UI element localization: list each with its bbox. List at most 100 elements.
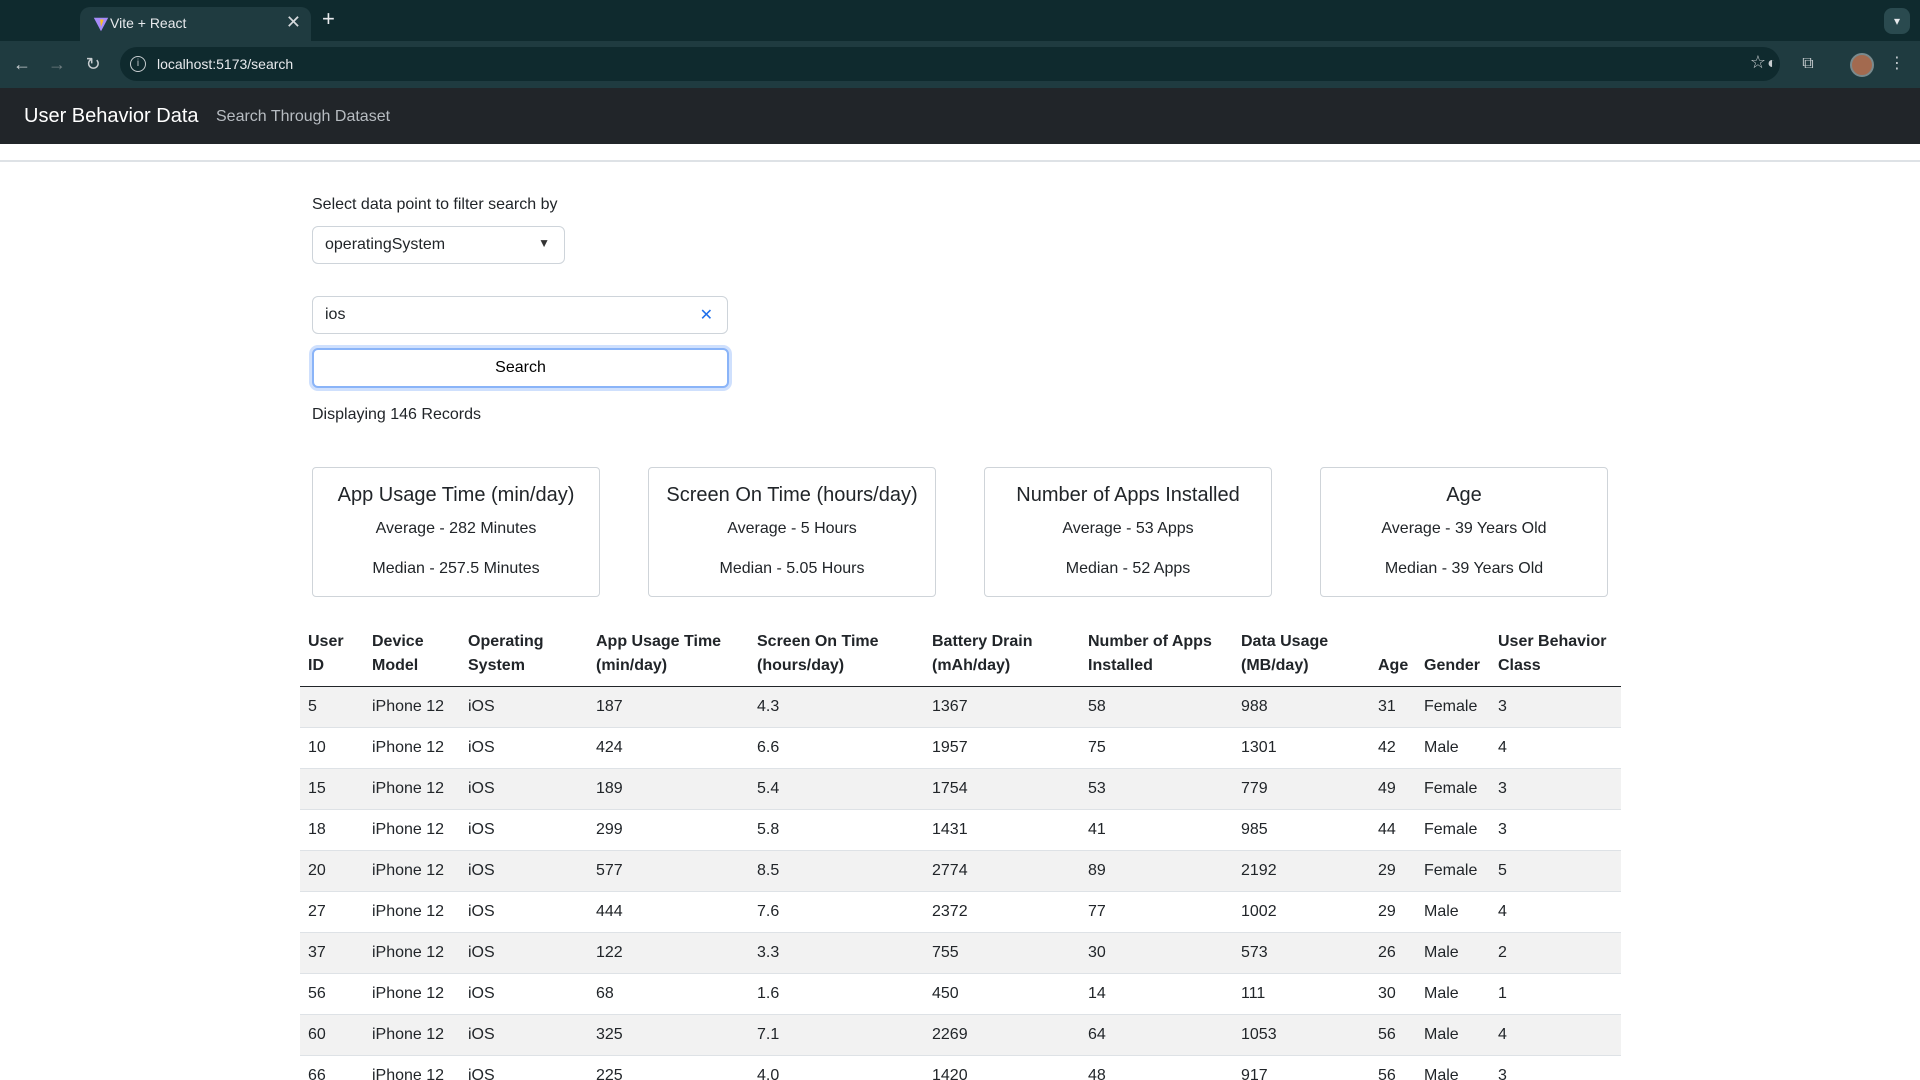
extensions-puzzle-icon[interactable]: ⧉ [1797,53,1819,75]
table-cell: Male [1416,891,1490,933]
tab-title: Vite + React [110,15,187,31]
table-cell: 37 [300,932,364,974]
column-header: Screen On Time (hours/day) [749,620,924,687]
table-cell: 2192 [1233,850,1370,892]
table-cell: Female [1416,809,1490,851]
table-row[interactable]: 60 iPhone 12 iOS 325 7.1 2269 64 1053 56 Male 4 [300,1014,1621,1056]
table-cell: 6.6 [749,727,924,769]
new-tab-button[interactable]: + [322,6,335,32]
table-row[interactable]: 37 iPhone 12 iOS 122 3.3 755 30 573 26 Male 2 [300,932,1621,974]
table-cell: 4 [1490,1014,1621,1056]
results-table-wrapper: User ID Device Model Operating System App U… [300,620,1621,1080]
table-cell: 1431 [924,809,1080,851]
table-cell: 1754 [924,768,1080,810]
table-cell: iPhone 12 [364,768,460,810]
tab-close-icon[interactable]: ✕ [286,12,301,33]
table-row[interactable]: 15 iPhone 12 iOS 189 5.4 1754 53 779 49 Female 3 [300,768,1621,810]
table-cell: 5.8 [749,809,924,851]
table-row[interactable]: 27 iPhone 12 iOS 444 7.6 2372 77 1002 29 Male 4 [300,891,1621,933]
browser-toolbar: ← → ↻ i localhost:5173/search ☆ ◐ ⧉ ⋮ [0,41,1920,88]
table-row[interactable]: 20 iPhone 12 iOS 577 8.5 2774 89 2192 29 Female 5 [300,850,1621,892]
address-bar[interactable]: i localhost:5173/search ☆ [120,47,1780,81]
chevron-down-icon: ▼ [538,236,550,250]
table-cell: 20 [300,850,364,892]
table-cell: iPhone 12 [364,973,460,1015]
table-cell: 988 [1233,686,1370,728]
site-info-icon[interactable]: i [130,56,146,72]
card-average: Average - 282 Minutes [375,520,537,537]
table-cell: 111 [1233,973,1370,1015]
table-cell: 10 [300,727,364,769]
table-cell: 755 [924,932,1080,974]
table-cell: 573 [1233,932,1370,974]
table-row[interactable]: 5 iPhone 12 iOS 187 4.3 1367 58 988 31 Female 3 [300,686,1621,728]
search-button[interactable]: Search [312,348,729,388]
vite-logo-icon [93,17,109,32]
table-cell: 30 [1370,973,1416,1015]
browser-menu-icon[interactable]: ⋮ [1886,53,1908,75]
column-header: Device Model [364,620,460,687]
browser-tab[interactable]: Vite + React ✕ [80,7,311,41]
table-cell: 30 [1080,932,1233,974]
filter-select-value: operatingSystem [325,236,446,253]
tab-search-icon[interactable]: ▾ [1884,8,1910,34]
filter-select[interactable]: operatingSystem ▼ [312,226,565,264]
table-cell: 41 [1080,809,1233,851]
card-median: Median - 257.5 Minutes [372,560,540,577]
back-icon[interactable]: ← [9,51,35,77]
table-row[interactable]: 66 iPhone 12 iOS 225 4.0 1420 48 917 56 Male 3 [300,1055,1621,1080]
table-row[interactable]: 18 iPhone 12 iOS 299 5.8 1431 41 985 44 Female 3 [300,809,1621,851]
clear-icon[interactable]: ✕ [700,305,713,325]
column-header: User Behavior Class [1490,620,1621,687]
table-cell: 2269 [924,1014,1080,1056]
table-cell: iPhone 12 [364,932,460,974]
table-cell: iPhone 12 [364,1055,460,1080]
column-header: App Usage Time (min/day) [588,620,749,687]
records-count: Displaying 146 Records [312,406,481,423]
table-row[interactable]: 56 iPhone 12 iOS 68 1.6 450 14 111 30 Male 1 [300,973,1621,1015]
table-cell: 122 [588,932,749,974]
table-cell: 58 [1080,686,1233,728]
forward-icon[interactable]: → [44,51,70,77]
table-cell: 27 [300,891,364,933]
table-cell: 4 [1490,891,1621,933]
table-cell: 577 [588,850,749,892]
table-cell: Female [1416,768,1490,810]
table-cell: 1301 [1233,727,1370,769]
search-input[interactable]: ios ✕ [312,296,728,334]
card-average: Average - 5 Hours [727,520,857,537]
table-cell: 325 [588,1014,749,1056]
table-row[interactable]: 10 iPhone 12 iOS 424 6.6 1957 75 1301 42 Male 4 [300,727,1621,769]
table-cell: 225 [588,1055,749,1080]
table-cell: iPhone 12 [364,1014,460,1056]
table-cell: iOS [460,686,588,728]
brand-title[interactable]: User Behavior Data [24,105,199,128]
table-cell: 187 [588,686,749,728]
reload-icon[interactable]: ↻ [80,51,106,77]
table-cell: 4 [1490,727,1621,769]
table-cell: Female [1416,686,1490,728]
nav-link-search[interactable]: Search Through Dataset [216,108,390,126]
filter-label: Select data point to filter search by [312,196,558,213]
profile-avatar[interactable] [1850,53,1874,77]
table-cell: 1367 [924,686,1080,728]
table-cell: 3 [1490,768,1621,810]
table-cell: 1053 [1233,1014,1370,1056]
column-header: Gender [1416,620,1490,687]
table-cell: 424 [588,727,749,769]
table-cell: 29 [1370,891,1416,933]
extension-icon[interactable]: ◐ [1761,53,1783,75]
table-cell: 1002 [1233,891,1370,933]
table-cell: 5 [300,686,364,728]
card-median: Median - 39 Years Old [1384,560,1544,577]
table-cell: 8.5 [749,850,924,892]
stat-card-screen-on: Screen On Time (hours/day) Average - 5 H… [648,467,936,597]
stat-card-apps-installed: Number of Apps Installed Average - 53 Ap… [984,467,1272,597]
stat-card-app-usage: App Usage Time (min/day) Average - 282 M… [312,467,600,597]
table-cell: Male [1416,1014,1490,1056]
table-cell: 917 [1233,1055,1370,1080]
table-cell: 44 [1370,809,1416,851]
column-header: Number of Apps Installed [1080,620,1233,687]
address-url[interactable]: localhost:5173/search [157,56,293,72]
table-body: 5 iPhone 12 iOS 187 4.3 1367 58 988 31 Female 3 10 i… [300,686,1621,1080]
